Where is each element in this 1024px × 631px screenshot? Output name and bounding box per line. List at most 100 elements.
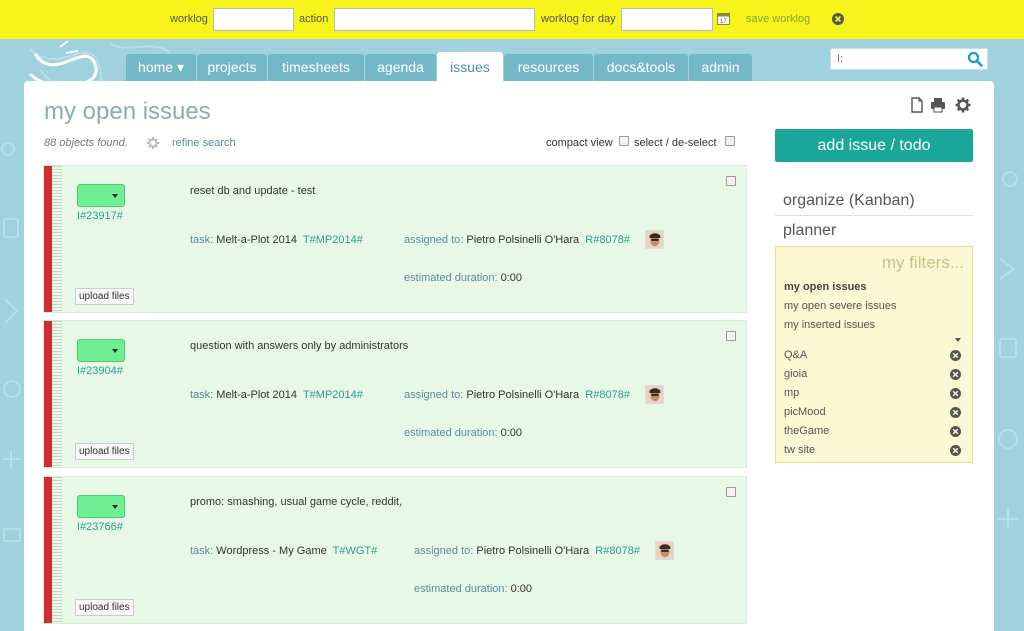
chevron-down-icon [112,194,118,198]
issue-select-checkbox[interactable] [726,487,736,497]
filter-tag-item[interactable]: mp [784,387,799,399]
remove-filter-icon[interactable] [950,445,961,456]
tab-docs-tools[interactable]: docs&tools [594,54,688,81]
duration-label: estimated duration: [404,427,498,439]
filter-tag-item[interactable]: tw site [784,444,815,456]
tab-projects[interactable]: projects [197,54,267,81]
action-label: action [299,13,329,25]
issue-code-link[interactable]: I#23917# [77,210,123,222]
avatar[interactable] [645,385,664,404]
filter-my-inserted-issues[interactable]: my inserted issues [784,319,875,331]
duration-value: 0:00 [500,272,523,284]
status-dropdown[interactable] [77,495,125,518]
upload-files-button[interactable]: upload files [75,443,134,460]
compact-view-label: compact view [546,137,613,149]
upload-files-button[interactable]: upload files [75,599,134,616]
issue-duration-row: estimated duration: 0:00 [414,583,532,595]
assignee-name[interactable]: Pietro Polsinelli O'Hara [466,389,579,401]
filters-title: my filters... [881,253,964,272]
search-icon[interactable] [967,51,983,67]
action-input[interactable] [334,8,535,31]
worklog-day-input[interactable] [621,8,713,31]
divider [775,215,973,216]
organize-kanban-link[interactable]: organize (Kanban) [783,192,915,210]
issue-description[interactable]: reset db and update - test [190,185,315,197]
chevron-down-icon [112,505,118,509]
task-code[interactable]: T#MP2014# [303,389,363,401]
search-input[interactable]: I: [830,48,988,70]
save-worklog-link[interactable]: save worklog [746,13,810,25]
task-label: task: [190,234,214,246]
drag-handle[interactable] [52,166,62,312]
issue-select-checkbox[interactable] [726,331,736,341]
task-code[interactable]: T#WGT# [333,545,378,557]
task-code[interactable]: T#MP2014# [303,234,363,246]
drag-handle[interactable] [52,321,62,467]
compact-view-checkbox[interactable] [619,136,629,146]
add-issue-button[interactable]: add issue / todo [775,129,973,162]
tab-timesheets[interactable]: timesheets [268,54,364,81]
priority-bar [44,477,52,623]
refine-search-link[interactable]: refine search [172,137,236,149]
duration-label: estimated duration: [404,272,498,284]
remove-filter-icon[interactable] [950,407,961,418]
calendar-icon[interactable]: 17 [717,12,730,25]
assignee-code[interactable]: R#8078# [595,545,640,557]
assignee-code[interactable]: R#8078# [585,389,630,401]
tab-issues[interactable]: issues [437,52,503,81]
drag-handle[interactable] [52,477,62,623]
issue-card: I#23917# reset db and update - test task… [43,165,747,313]
task-name[interactable]: Melt-a-Plot 2014 [216,389,297,401]
objects-found-count: 88 objects found. [44,137,128,149]
priority-bar [44,321,52,467]
status-dropdown[interactable] [77,184,125,207]
remove-filter-icon[interactable] [950,426,961,437]
assignee-name[interactable]: Pietro Polsinelli O'Hara [476,545,589,557]
tab-admin[interactable]: admin [689,54,752,81]
svg-text:17: 17 [720,19,727,25]
issue-description[interactable]: question with answers only by administra… [190,340,408,352]
issue-task-row: task: Wordpress - My Game T#WGT# [190,545,377,557]
remove-filter-icon[interactable] [950,350,961,361]
avatar[interactable] [645,230,664,249]
task-name[interactable]: Wordpress - My Game [216,545,326,557]
upload-files-button[interactable]: upload files [75,288,134,305]
refine-gear-icon[interactable] [146,136,160,150]
assigned-label: assigned to: [404,234,464,246]
task-label: task: [190,545,214,557]
remove-filter-icon[interactable] [950,369,961,380]
tab-resources[interactable]: resources [504,54,593,81]
assignee-name[interactable]: Pietro Polsinelli O'Hara [466,234,579,246]
task-name[interactable]: Melt-a-Plot 2014 [216,234,297,246]
issue-duration-row: estimated duration: 0:00 [404,272,522,284]
select-all-checkbox[interactable] [725,136,735,146]
filter-my-open-severe-issues[interactable]: my open severe issues [784,300,897,312]
more-filters-chevron-icon[interactable] [955,338,961,342]
issue-select-checkbox[interactable] [726,176,736,186]
filter-my-open-issues[interactable]: my open issues [784,281,867,293]
filter-tag-item[interactable]: theGame [784,425,829,437]
filter-tag-item[interactable]: picMood [784,406,826,418]
filter-tag-item[interactable]: Q&A [784,349,807,361]
status-dropdown[interactable] [77,339,125,362]
issue-code-link[interactable]: I#23904# [77,365,123,377]
duration-value: 0:00 [510,583,533,595]
remove-filter-icon[interactable] [950,388,961,399]
assignee-code[interactable]: R#8078# [585,234,630,246]
close-icon[interactable] [832,13,844,25]
worklog-input[interactable] [213,8,294,31]
issue-code-link[interactable]: I#23766# [77,521,123,533]
new-document-icon[interactable] [909,97,925,113]
filter-tag-item[interactable]: gioia [784,368,807,380]
settings-gear-icon[interactable] [955,97,971,113]
page-title: my open issues [44,98,211,125]
issue-description[interactable]: promo: smashing, usual game cycle, reddi… [190,496,402,508]
priority-bar [44,166,52,312]
planner-link[interactable]: planner [783,222,836,240]
print-icon[interactable] [930,97,946,113]
duration-value: 0:00 [500,427,523,439]
issue-assignee-row: assigned to: Pietro Polsinelli O'Hara R#… [414,545,640,557]
tab-home[interactable]: home ▾ [126,54,196,81]
tab-agenda[interactable]: agenda [365,54,436,81]
avatar[interactable] [655,541,674,560]
